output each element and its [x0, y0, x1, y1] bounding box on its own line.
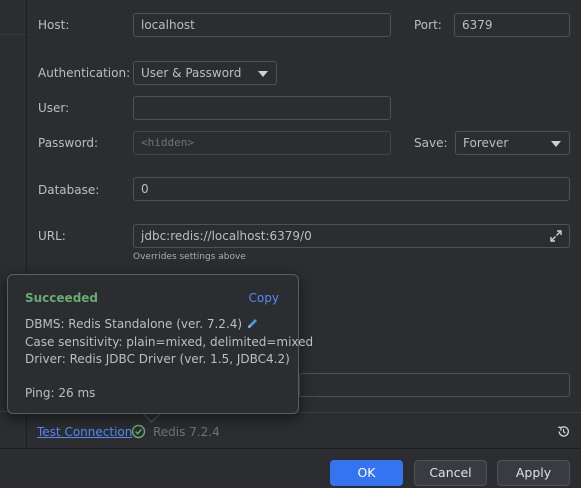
password-input[interactable]: <hidden> [133, 131, 391, 155]
history-reset-icon[interactable] [556, 424, 571, 439]
server-version: Redis 7.2.4 [153, 425, 220, 439]
expand-icon[interactable] [549, 229, 563, 243]
cancel-button[interactable]: Cancel [414, 460, 487, 486]
password-label: Password: [38, 136, 99, 150]
host-label: Host: [38, 18, 70, 32]
test-connection-link[interactable]: Test Connection [37, 425, 132, 439]
connection-result-popup: Succeeded Copy DBMS: Redis Standalone (v… [7, 274, 313, 414]
ping-info: Ping: 26 ms [25, 386, 96, 400]
dbms-info: DBMS: Redis Standalone (ver. 7.2.4) [25, 317, 259, 331]
url-value: jdbc:redis://localhost:6379/0 [141, 229, 312, 243]
port-input[interactable]: 6379 [454, 13, 570, 37]
check-circle-icon [131, 424, 146, 439]
dbms-text: DBMS: Redis Standalone (ver. 7.2.4) [25, 317, 243, 331]
host-input[interactable]: localhost [133, 13, 391, 37]
authentication-dropdown[interactable]: User & Password [133, 61, 277, 85]
status-title: Succeeded [25, 291, 99, 305]
database-input[interactable]: 0 [133, 177, 570, 201]
database-label: Database: [38, 183, 100, 197]
authentication-label: Authentication: [38, 66, 131, 80]
chevron-down-icon [551, 141, 561, 147]
authentication-value: User & Password [141, 66, 242, 80]
url-hint: Overrides settings above [133, 252, 246, 262]
copy-button[interactable]: Copy [249, 291, 279, 305]
chevron-down-icon [258, 71, 268, 77]
save-value: Forever [463, 136, 509, 150]
port-label: Port: [414, 18, 442, 32]
save-dropdown[interactable]: Forever [455, 131, 570, 155]
user-input[interactable] [133, 96, 391, 120]
url-label: URL: [38, 229, 66, 243]
url-input[interactable]: jdbc:redis://localhost:6379/0 [133, 224, 570, 248]
pencil-icon[interactable] [246, 317, 259, 330]
dialog-button-bar: OK Cancel Apply [0, 448, 581, 488]
user-label: User: [38, 101, 70, 115]
apply-button[interactable]: Apply [497, 460, 570, 486]
case-sensitivity-info: Case sensitivity: plain=mixed, delimited… [25, 335, 314, 349]
driver-info: Driver: Redis JDBC Driver (ver. 1.5, JDB… [25, 352, 290, 366]
ok-button[interactable]: OK [330, 460, 403, 486]
divider [0, 34, 26, 35]
hidden-field[interactable] [299, 373, 570, 397]
save-label: Save: [414, 136, 448, 150]
